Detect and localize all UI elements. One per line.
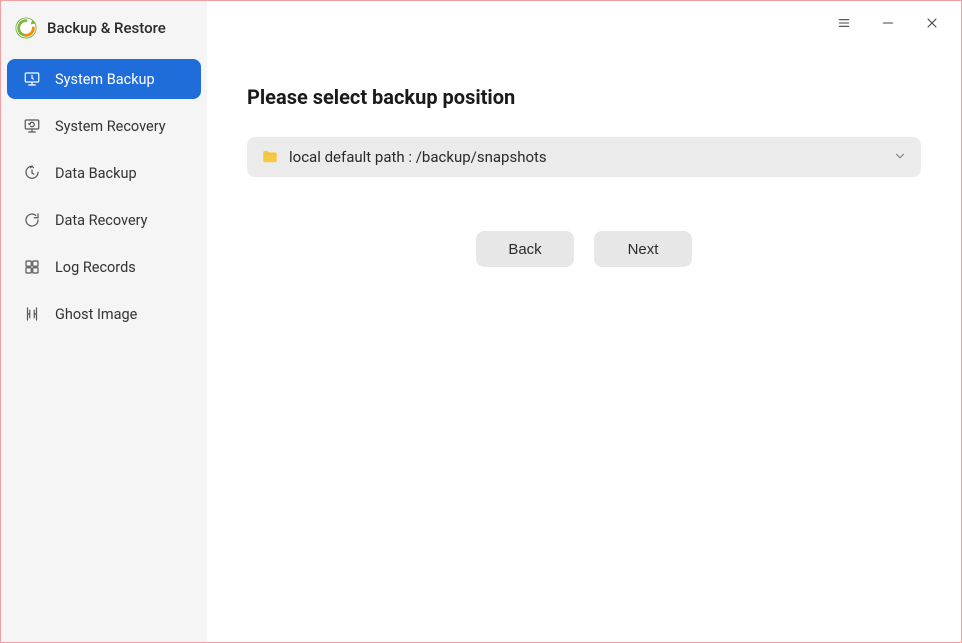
sidebar-item-label: Data Recovery [55,212,148,229]
menu-button[interactable] [835,14,853,32]
sidebar: Backup & Restore System Backup Syste [1,1,207,642]
back-button[interactable]: Back [476,231,574,267]
chevron-down-icon [893,148,907,167]
minimize-button[interactable] [879,14,897,32]
next-button[interactable]: Next [594,231,692,267]
sidebar-item-data-backup[interactable]: Data Backup [7,153,201,193]
sidebar-item-label: System Recovery [55,118,166,135]
sidebar-item-system-recovery[interactable]: System Recovery [7,106,201,146]
backup-path-text: local default path : /backup/snapshots [289,148,883,166]
data-backup-icon [23,164,41,182]
app-title: Backup & Restore [47,19,166,37]
sidebar-item-log-records[interactable]: Log Records [7,247,201,287]
titlebar-controls [835,1,961,45]
page-title: Please select backup position [247,85,921,109]
system-recovery-icon [23,117,41,135]
sidebar-header: Backup & Restore [1,5,207,57]
button-row: Back Next [247,231,921,267]
sidebar-item-label: System Backup [55,71,155,88]
sidebar-item-data-recovery[interactable]: Data Recovery [7,200,201,240]
folder-icon [261,148,279,166]
ghost-image-icon [23,305,41,323]
close-button[interactable] [923,14,941,32]
data-recovery-icon [23,211,41,229]
backup-path-selector[interactable]: local default path : /backup/snapshots [247,137,921,177]
sidebar-item-label: Log Records [55,259,136,276]
system-backup-icon [23,70,41,88]
log-records-icon [23,258,41,276]
sidebar-item-label: Data Backup [55,165,137,182]
sidebar-item-ghost-image[interactable]: Ghost Image [7,294,201,334]
sidebar-item-label: Ghost Image [55,306,137,323]
app-window: Backup & Restore System Backup Syste [1,1,961,642]
app-logo-icon [15,17,37,39]
main-content: Please select backup position local defa… [207,1,961,642]
sidebar-item-system-backup[interactable]: System Backup [7,59,201,99]
